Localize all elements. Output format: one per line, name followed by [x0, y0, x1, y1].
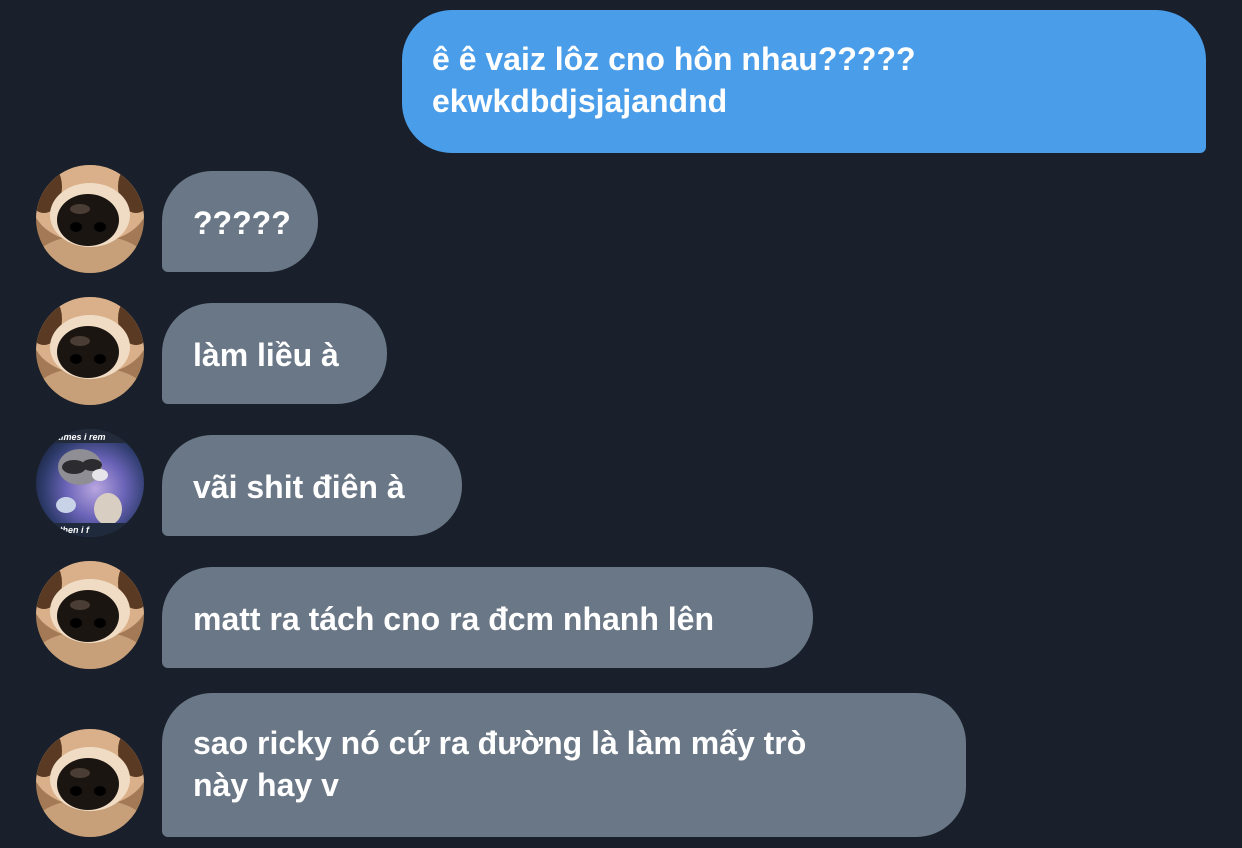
incoming-message-bubble[interactable]: vãi shit điên à [162, 435, 462, 536]
message-text-line: ????? [193, 205, 291, 241]
message-text-line: này hay v [193, 767, 339, 803]
dog-nose-avatar-image [36, 165, 144, 273]
incoming-message-bubble[interactable]: ????? [162, 171, 318, 272]
outgoing-message-bubble[interactable]: ê ê vaiz lôz cno hôn nhau????? ekwkdbdjs… [402, 10, 1206, 153]
message-text-line: làm liều à [193, 337, 339, 373]
chat-thread: ê ê vaiz lôz cno hôn nhau????? ekwkdbdjs… [0, 0, 1242, 848]
message-text-line: ekwkdbdjsjajandnd [432, 83, 728, 119]
dog-nose-avatar-image [36, 561, 144, 669]
raccoon-meme-avatar-image: times i rem t then i f [36, 429, 144, 537]
dog-nose-avatar[interactable] [36, 729, 144, 837]
avatar-caption-top: times i rem [58, 432, 106, 442]
incoming-message-bubble[interactable]: làm liều à [162, 303, 387, 404]
raccoon-meme-avatar[interactable]: times i rem t then i f [36, 429, 144, 537]
message-text-line: ê ê vaiz lôz cno hôn nhau????? [432, 41, 916, 77]
message-text-line: sao ricky nó cứ ra đường là làm mấy trò [193, 725, 807, 761]
message-text-line: vãi shit điên à [193, 469, 405, 505]
dog-nose-avatar[interactable] [36, 561, 144, 669]
dog-nose-avatar-image [36, 297, 144, 405]
dog-nose-avatar[interactable] [36, 297, 144, 405]
incoming-message-bubble[interactable]: sao ricky nó cứ ra đường là làm mấy trò … [162, 693, 966, 837]
incoming-message-bubble[interactable]: matt ra tách cno ra đcm nhanh lên [162, 567, 813, 668]
dog-nose-avatar[interactable] [36, 165, 144, 273]
message-text-line: matt ra tách cno ra đcm nhanh lên [193, 601, 714, 637]
dog-nose-avatar-image [36, 729, 144, 837]
avatar-caption-bottom: t then i f [54, 525, 90, 535]
